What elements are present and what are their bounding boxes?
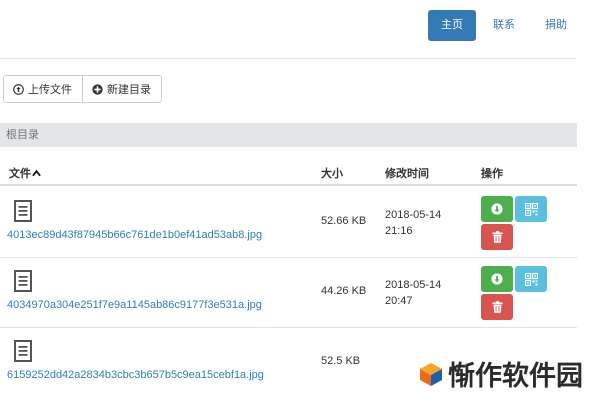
file-name-link[interactable]: 6159252dd42a2834b3cbc3b657b5c9ea15cebf1a… bbox=[7, 369, 264, 381]
breadcrumb-root[interactable]: 根目录 bbox=[6, 129, 39, 141]
watermark: 惭作软件园 bbox=[418, 354, 583, 393]
file-name-link[interactable]: 4013ec89d43f87945b66c761de1b0ef41ad53ab8… bbox=[7, 229, 262, 241]
qrcode-button[interactable] bbox=[515, 266, 547, 292]
qrcode-icon bbox=[524, 272, 538, 286]
upload-file-button[interactable]: 上传文件 bbox=[3, 75, 83, 103]
file-modified-date: 2018-05-14 bbox=[385, 279, 442, 291]
plus-circle-icon bbox=[92, 83, 103, 95]
delete-button[interactable] bbox=[481, 224, 513, 250]
new-directory-button[interactable]: 新建目录 bbox=[83, 75, 162, 103]
file-size: 52.66 KB bbox=[321, 215, 367, 227]
table-row: 4013ec89d43f87945b66c761de1b0ef41ad53ab8… bbox=[0, 188, 577, 258]
file-modified-date: 2018-05-14 bbox=[385, 209, 442, 221]
column-header-size: 大小 bbox=[321, 168, 343, 180]
download-circle-icon bbox=[491, 203, 503, 215]
top-nav: 主页 联系 捐助 bbox=[428, 10, 580, 41]
nav-donate-link[interactable]: 捐助 bbox=[532, 10, 580, 41]
qrcode-button[interactable] bbox=[515, 196, 547, 222]
trash-icon bbox=[492, 231, 502, 243]
file-icon bbox=[14, 200, 32, 222]
delete-button[interactable] bbox=[481, 294, 513, 320]
table-row: 4034970a304e251f7e9a1145ab86c9177f3e531a… bbox=[0, 258, 577, 328]
file-modified-time: 2018-05-14 21:16 bbox=[385, 207, 455, 239]
file-icon bbox=[14, 340, 32, 362]
column-header-actions: 操作 bbox=[481, 168, 503, 180]
download-circle-icon bbox=[491, 273, 503, 285]
upload-circle-icon bbox=[13, 83, 24, 95]
watermark-logo-icon bbox=[420, 362, 442, 386]
file-table-header: 文件 大小 修改时间 操作 bbox=[0, 158, 577, 186]
qrcode-icon bbox=[524, 202, 538, 216]
file-icon bbox=[14, 270, 32, 292]
download-button[interactable] bbox=[481, 196, 513, 222]
file-modified-clock: 21:16 bbox=[385, 225, 413, 237]
file-name-link[interactable]: 4034970a304e251f7e9a1145ab86c9177f3e531a… bbox=[7, 299, 262, 311]
caret-up-icon bbox=[32, 169, 41, 177]
file-modified-time: 2018-05-14 20:47 bbox=[385, 277, 455, 309]
file-size: 44.26 KB bbox=[321, 285, 367, 297]
file-modified-clock: 20:47 bbox=[385, 295, 413, 307]
new-directory-label: 新建目录 bbox=[107, 84, 151, 96]
nav-home-link[interactable]: 主页 bbox=[428, 10, 476, 41]
download-button[interactable] bbox=[481, 266, 513, 292]
nav-contact-link[interactable]: 联系 bbox=[480, 10, 528, 41]
watermark-text: 惭作软件园 bbox=[448, 361, 583, 392]
column-header-modified: 修改时间 bbox=[385, 168, 429, 180]
file-toolbar: 上传文件 新建目录 bbox=[3, 75, 162, 103]
trash-icon bbox=[492, 301, 502, 313]
column-header-name[interactable]: 文件 bbox=[9, 165, 41, 181]
breadcrumb: 根目录 bbox=[0, 123, 577, 147]
upload-file-label: 上传文件 bbox=[28, 84, 72, 96]
column-header-name-label: 文件 bbox=[9, 168, 31, 180]
header-divider bbox=[0, 58, 577, 59]
file-size: 52.5 KB bbox=[321, 355, 361, 367]
